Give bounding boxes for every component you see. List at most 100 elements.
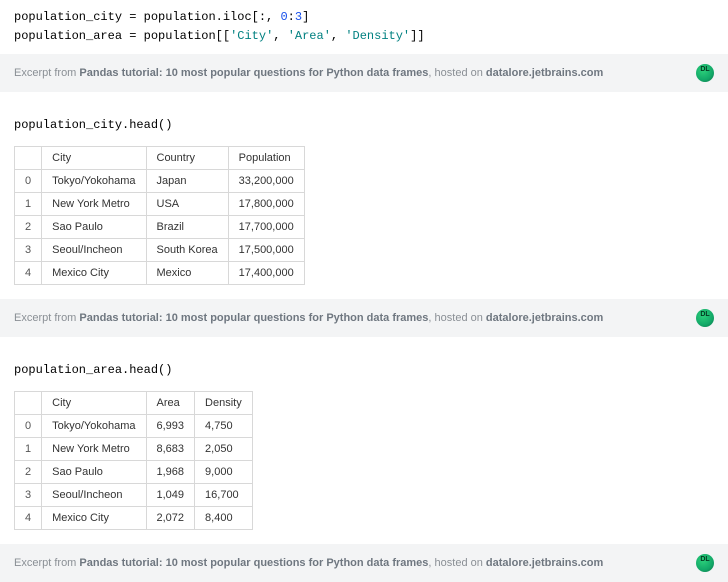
- dataframe-table: City Country Population 0Tokyo/YokohamaJ…: [14, 146, 305, 285]
- table-row: 2Sao Paulo1,9689,000: [15, 461, 253, 484]
- code-token: population[[: [144, 29, 230, 43]
- table-row: 4Mexico CityMexico17,400,000: [15, 262, 305, 285]
- col-header: Population: [228, 147, 304, 170]
- code-token: ]: [302, 10, 309, 24]
- col-header: City: [42, 147, 146, 170]
- col-header: Area: [146, 392, 195, 415]
- footer-prefix: Excerpt from: [14, 557, 79, 569]
- footer-middle: , hosted on: [428, 312, 486, 324]
- code-string: 'Area': [288, 29, 331, 43]
- cell: 9,000: [195, 461, 253, 484]
- code-cell[interactable]: population_city = population.iloc[:, 0:3…: [0, 0, 728, 54]
- cell: 1,968: [146, 461, 195, 484]
- cell: 2,050: [195, 438, 253, 461]
- code-number: 0: [280, 10, 287, 24]
- datalore-icon[interactable]: [696, 64, 714, 82]
- col-header: City: [42, 392, 146, 415]
- source-text: Excerpt from Pandas tutorial: 10 most po…: [14, 312, 603, 324]
- table-corner: [15, 147, 42, 170]
- cell: Tokyo/Yokohama: [42, 415, 146, 438]
- row-index: 3: [15, 484, 42, 507]
- code-token: population_city: [14, 10, 122, 24]
- cell: 6,993: [146, 415, 195, 438]
- col-header: Country: [146, 147, 228, 170]
- cell: New York Metro: [42, 193, 146, 216]
- cell: New York Metro: [42, 438, 146, 461]
- row-index: 0: [15, 415, 42, 438]
- cell: Brazil: [146, 216, 228, 239]
- code-token: ]]: [410, 29, 424, 43]
- datalore-icon[interactable]: [696, 554, 714, 572]
- datalore-icon[interactable]: [696, 309, 714, 327]
- host-link[interactable]: datalore.jetbrains.com: [486, 67, 603, 79]
- output-block-1: population_city.head() City Country Popu…: [0, 110, 728, 299]
- cell: Mexico City: [42, 262, 146, 285]
- cell: 4,750: [195, 415, 253, 438]
- cell: 17,800,000: [228, 193, 304, 216]
- cell: Japan: [146, 170, 228, 193]
- cell: 2,072: [146, 507, 195, 530]
- cell: Tokyo/Yokohama: [42, 170, 146, 193]
- cell: Sao Paulo: [42, 461, 146, 484]
- row-index: 4: [15, 507, 42, 530]
- footer-prefix: Excerpt from: [14, 312, 79, 324]
- source-text: Excerpt from Pandas tutorial: 10 most po…: [14, 557, 603, 569]
- cell: 33,200,000: [228, 170, 304, 193]
- call-expression: population_area.head(): [14, 363, 714, 377]
- code-token: ,: [331, 29, 345, 43]
- code-number: 3: [295, 10, 302, 24]
- tutorial-link[interactable]: Pandas tutorial: 10 most popular questio…: [79, 67, 428, 79]
- row-index: 1: [15, 193, 42, 216]
- cell: 17,500,000: [228, 239, 304, 262]
- cell: Seoul/Incheon: [42, 239, 146, 262]
- cell: 1,049: [146, 484, 195, 507]
- row-index: 2: [15, 461, 42, 484]
- cell: 8,400: [195, 507, 253, 530]
- code-token: population.iloc[:,: [144, 10, 281, 24]
- cell: Mexico: [146, 262, 228, 285]
- table-header-row: City Country Population: [15, 147, 305, 170]
- table-row: 3Seoul/IncheonSouth Korea17,500,000: [15, 239, 305, 262]
- code-string: 'Density': [345, 29, 410, 43]
- host-link[interactable]: datalore.jetbrains.com: [486, 557, 603, 569]
- code-string: 'City': [230, 29, 273, 43]
- cell: South Korea: [146, 239, 228, 262]
- cell: 16,700: [195, 484, 253, 507]
- footer-middle: , hosted on: [428, 557, 486, 569]
- cell: Seoul/Incheon: [42, 484, 146, 507]
- footer-prefix: Excerpt from: [14, 67, 79, 79]
- code-token: =: [122, 10, 144, 24]
- table-row: 0Tokyo/YokohamaJapan33,200,000: [15, 170, 305, 193]
- host-link[interactable]: datalore.jetbrains.com: [486, 312, 603, 324]
- cell: 17,400,000: [228, 262, 304, 285]
- cell: 17,700,000: [228, 216, 304, 239]
- cell: Mexico City: [42, 507, 146, 530]
- row-index: 4: [15, 262, 42, 285]
- col-header: Density: [195, 392, 253, 415]
- cell: 8,683: [146, 438, 195, 461]
- footer-middle: , hosted on: [428, 67, 486, 79]
- row-index: 0: [15, 170, 42, 193]
- table-row: 2Sao PauloBrazil17,700,000: [15, 216, 305, 239]
- row-index: 3: [15, 239, 42, 262]
- table-row: 0Tokyo/Yokohama6,9934,750: [15, 415, 253, 438]
- table-row: 1New York MetroUSA17,800,000: [15, 193, 305, 216]
- row-index: 1: [15, 438, 42, 461]
- table-row: 4Mexico City2,0728,400: [15, 507, 253, 530]
- row-index: 2: [15, 216, 42, 239]
- table-header-row: City Area Density: [15, 392, 253, 415]
- source-footer: Excerpt from Pandas tutorial: 10 most po…: [0, 54, 728, 92]
- source-footer: Excerpt from Pandas tutorial: 10 most po…: [0, 544, 728, 582]
- code-token: population_area: [14, 29, 122, 43]
- tutorial-link[interactable]: Pandas tutorial: 10 most popular questio…: [79, 312, 428, 324]
- table-row: 3Seoul/Incheon1,04916,700: [15, 484, 253, 507]
- source-text: Excerpt from Pandas tutorial: 10 most po…: [14, 67, 603, 79]
- code-token: ,: [273, 29, 287, 43]
- dataframe-table: City Area Density 0Tokyo/Yokohama6,9934,…: [14, 391, 253, 530]
- table-row: 1New York Metro8,6832,050: [15, 438, 253, 461]
- source-footer: Excerpt from Pandas tutorial: 10 most po…: [0, 299, 728, 337]
- tutorial-link[interactable]: Pandas tutorial: 10 most popular questio…: [79, 557, 428, 569]
- code-token: :: [288, 10, 295, 24]
- cell: Sao Paulo: [42, 216, 146, 239]
- cell: USA: [146, 193, 228, 216]
